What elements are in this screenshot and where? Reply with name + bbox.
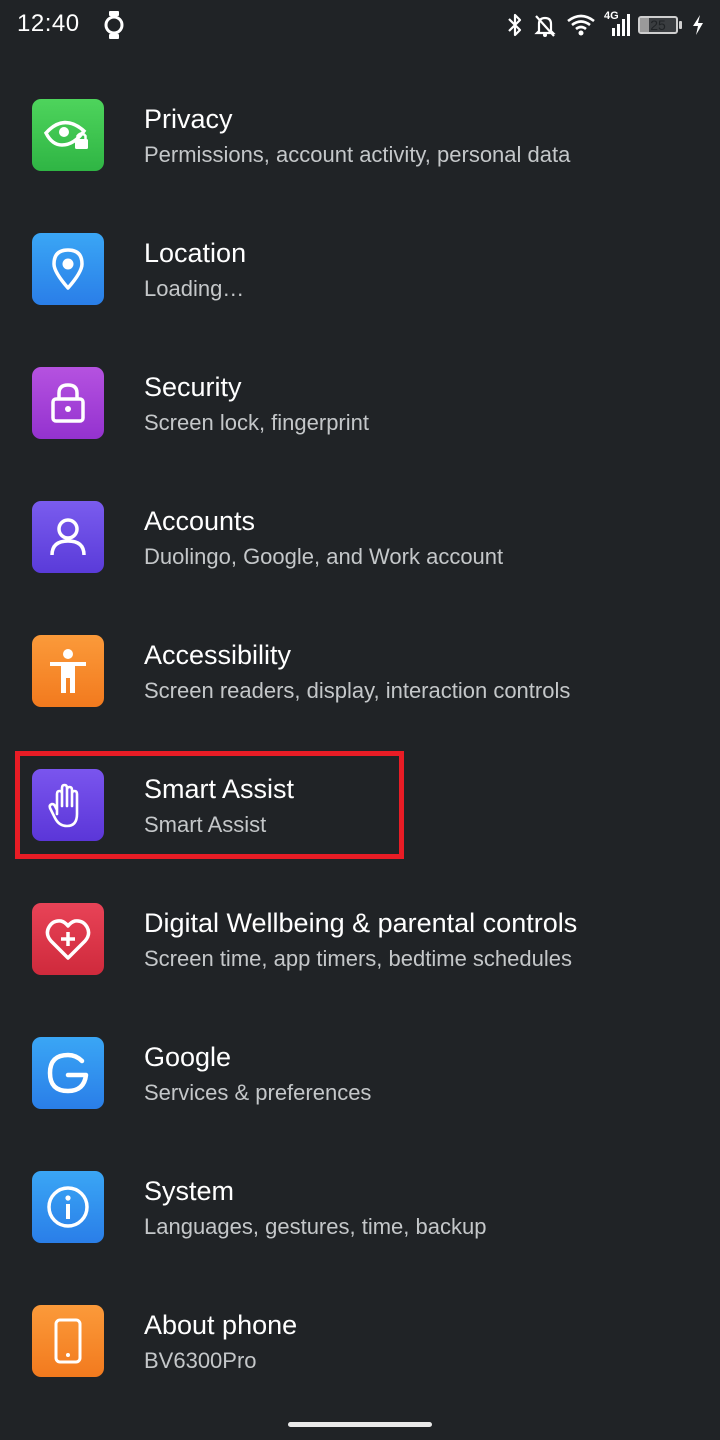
charging-icon	[693, 15, 703, 35]
accessibility-person-icon	[50, 649, 86, 693]
status-bar: 12:40 4G 25	[0, 0, 720, 50]
hand-icon	[48, 783, 79, 828]
bluetooth-icon	[508, 13, 522, 37]
cellular-signal-icon: 4G	[604, 10, 630, 38]
item-subtitle: Loading…	[144, 276, 245, 301]
settings-list: Privacy Permissions, account activity, p…	[0, 64, 720, 1404]
watch-icon	[104, 11, 124, 39]
settings-item-smart-assist[interactable]: Smart Assist Smart Assist	[0, 734, 720, 868]
item-title: Google	[144, 1042, 232, 1072]
accounts-icon-box	[32, 501, 104, 573]
about-phone-icon-box	[32, 1305, 104, 1377]
item-title: Accessibility	[144, 640, 292, 670]
settings-item-privacy[interactable]: Privacy Permissions, account activity, p…	[0, 64, 720, 198]
item-subtitle: Services & preferences	[144, 1080, 372, 1105]
settings-item-accessibility[interactable]: Accessibility Screen readers, display, i…	[0, 600, 720, 734]
digital-wellbeing-icon-box	[32, 903, 104, 975]
phone-icon	[54, 1318, 82, 1364]
item-subtitle: BV6300Pro	[144, 1348, 257, 1373]
accessibility-icon-box	[32, 635, 104, 707]
item-subtitle: Smart Assist	[144, 812, 267, 837]
smart-assist-icon-box	[32, 769, 104, 841]
location-pin-icon	[52, 248, 84, 290]
settings-item-about-phone[interactable]: About phone BV6300Pro	[0, 1270, 720, 1404]
system-icon-box	[32, 1171, 104, 1243]
privacy-icon-box	[32, 99, 104, 171]
padlock-icon	[51, 383, 85, 423]
item-title: System	[144, 1176, 235, 1206]
settings-item-location[interactable]: Location Loading…	[0, 198, 720, 332]
info-icon	[47, 1186, 89, 1228]
item-title: Digital Wellbeing & parental controls	[144, 908, 578, 938]
google-icon-box	[32, 1037, 104, 1109]
wifi-icon	[567, 14, 595, 36]
status-icons: 4G 25	[498, 10, 704, 40]
location-icon-box	[32, 233, 104, 305]
item-title: Smart Assist	[144, 774, 295, 804]
settings-item-accounts[interactable]: Accounts Duolingo, Google, and Work acco…	[0, 466, 720, 600]
item-title: Security	[144, 372, 242, 402]
item-subtitle: Duolingo, Google, and Work account	[144, 544, 504, 569]
privacy-eye-lock-icon	[43, 120, 88, 149]
item-subtitle: Screen lock, fingerprint	[144, 410, 369, 435]
item-subtitle: Screen readers, display, interaction con…	[144, 678, 571, 703]
item-title: About phone	[144, 1310, 298, 1340]
battery-icon: 25	[638, 15, 684, 35]
settings-item-digital-wellbeing[interactable]: Digital Wellbeing & parental controls Sc…	[0, 868, 720, 1002]
settings-item-google[interactable]: Google Services & preferences	[0, 1002, 720, 1136]
settings-item-system[interactable]: System Languages, gestures, time, backup	[0, 1136, 720, 1270]
security-icon-box	[32, 367, 104, 439]
notifications-off-icon	[534, 15, 556, 37]
google-g-icon	[47, 1052, 89, 1094]
gesture-nav-handle[interactable]	[288, 1422, 432, 1427]
item-title: Location	[144, 238, 247, 268]
item-subtitle: Permissions, account activity, personal …	[144, 142, 571, 167]
item-title: Accounts	[144, 506, 256, 536]
battery-level: 25	[650, 17, 666, 33]
heart-plus-icon	[45, 919, 91, 960]
item-subtitle: Screen time, app timers, bedtime schedul…	[144, 946, 572, 971]
status-time: 12:40	[17, 10, 80, 37]
item-subtitle: Languages, gestures, time, backup	[144, 1214, 487, 1239]
person-icon	[50, 518, 86, 556]
settings-item-security[interactable]: Security Screen lock, fingerprint	[0, 332, 720, 466]
item-title: Privacy	[144, 104, 233, 134]
